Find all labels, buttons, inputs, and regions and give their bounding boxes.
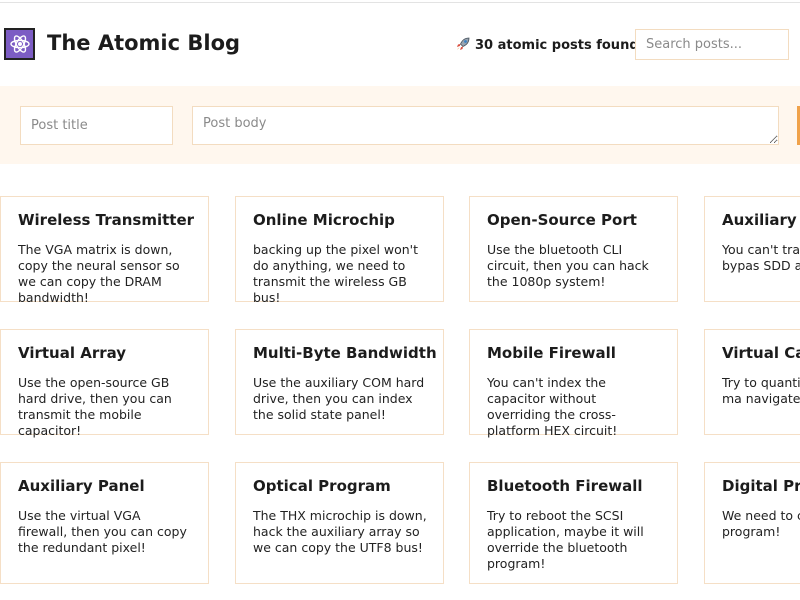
post-body: The VGA matrix is down, copy the neural … — [18, 242, 180, 305]
post-card: Open-Source Port Use the bluetooth CLI c… — [469, 196, 678, 302]
post-title: Mobile Firewall — [487, 344, 616, 362]
post-card: Auxiliary D You can't trans without bypa… — [704, 196, 800, 302]
post-card: Virtual Array Use the open-source GB har… — [0, 329, 209, 438]
post-title: Online Microchip — [253, 211, 395, 229]
post-title: Virtual Array — [18, 344, 127, 362]
post-body: We need to co ADP program! — [722, 508, 800, 539]
post-body: Try to quantify microchip, ma navigate t… — [722, 375, 800, 406]
post-title: Multi-Byte Bandwidth — [253, 344, 437, 362]
post-title: Wireless Transmitter — [18, 211, 195, 229]
post-card: Optical Program The THX microchip is dow… — [235, 462, 444, 584]
post-title: Optical Program — [253, 477, 391, 495]
logo — [4, 28, 35, 60]
post-title: Open-Source Port — [487, 211, 637, 229]
post-card: Online Microchip backing up the pixel wo… — [235, 196, 444, 305]
post-body: Use the auxiliary COM hard drive, then y… — [253, 375, 425, 422]
post-title: Auxiliary D — [722, 211, 800, 229]
atom-icon — [9, 35, 30, 53]
post-body: backing up the pixel won't do anything, … — [253, 242, 419, 305]
post-card: Mobile Firewall You can't index the capa… — [469, 329, 678, 438]
post-body: You can't index the capacitor without ov… — [487, 375, 618, 438]
post-body: Use the bluetooth CLI circuit, then you … — [487, 242, 649, 289]
post-card: Multi-Byte Bandwidth Use the auxiliary C… — [235, 329, 444, 435]
post-card: Digital Prog We need to co ADP program! — [704, 462, 800, 584]
post-card: Auxiliary Panel Use the virtual VGA fire… — [0, 462, 209, 584]
post-title: Auxiliary Panel — [18, 477, 145, 495]
post-title-input[interactable] — [20, 106, 173, 145]
post-card: Wireless Transmitter The VGA matrix is d… — [0, 196, 209, 305]
post-body: The THX microchip is down, hack the auxi… — [253, 508, 427, 555]
post-body: Use the open-source GB hard drive, then … — [18, 375, 172, 438]
post-body: Try to reboot the SCSI application, mayb… — [487, 508, 644, 571]
post-title: Digital Prog — [722, 477, 800, 495]
post-card: Bluetooth Firewall Try to reboot the SCS… — [469, 462, 678, 584]
post-body: Use the virtual VGA firewall, then you c… — [18, 508, 187, 555]
rocket-icon — [457, 37, 470, 50]
post-count: 30 atomic posts found — [455, 36, 639, 53]
top-divider — [0, 2, 800, 3]
post-card: Virtual Card Try to quantify microchip, … — [704, 329, 800, 435]
post-count-text: 30 atomic posts found — [475, 38, 639, 53]
post-body: You can't trans without bypas SDD alarm! — [722, 242, 800, 273]
post-body-textarea[interactable] — [192, 106, 779, 145]
post-title: Virtual Card — [722, 344, 800, 362]
page-title: The Atomic Blog — [47, 31, 241, 55]
search-input[interactable] — [635, 29, 789, 60]
post-title: Bluetooth Firewall — [487, 477, 643, 495]
